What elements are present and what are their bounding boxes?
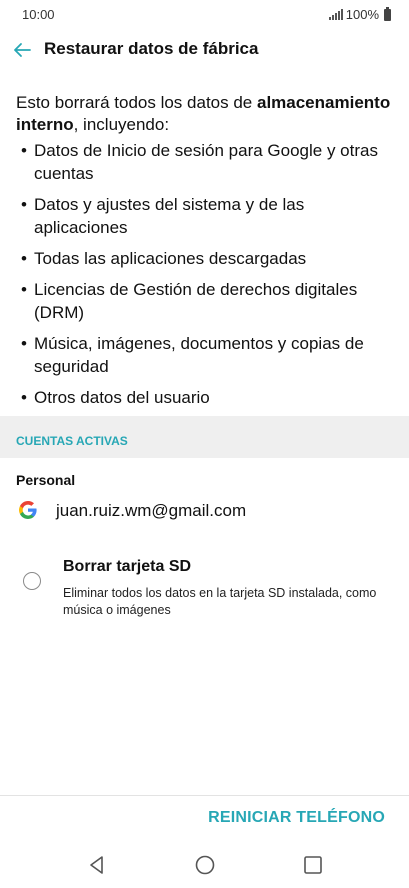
status-indicators: 100% [328,6,391,22]
intro-suffix: , incluyendo: [73,115,170,134]
list-item: Otros datos del usuario [20,386,390,409]
account-email: juan.ruiz.wm@gmail.com [56,501,247,520]
erase-sd-title: Borrar tarjeta SD [63,558,192,575]
list-item: Licencias de Gestión de derechos digital… [20,278,390,324]
status-bar: 10:00 100% [0,0,409,30]
erase-sd-description: Eliminar todos los datos en la tarjeta S… [63,586,377,617]
account-row: juan.ruiz.wm@gmail.com [0,495,409,527]
page-title: Restaurar datos de fábrica [44,39,259,58]
nav-recents-icon[interactable] [302,854,324,881]
erase-sd-option[interactable]: Borrar tarjeta SD Eliminar todos los dat… [0,555,409,617]
status-time: 10:00 [22,7,55,22]
list-item: Datos de Inicio de sesión para Google y … [20,139,390,185]
app-bar: Restaurar datos de fábrica [0,30,409,70]
list-item: Todas las aplicaciones descargadas [20,247,390,270]
google-icon [19,501,37,519]
system-nav-bar [0,846,409,888]
erase-sd-radio[interactable] [23,572,41,590]
battery-icon [384,6,391,21]
divider [0,795,409,796]
nav-back-icon[interactable] [86,854,108,881]
battery-percent: 100% [345,7,379,22]
intro-text: Esto borrará todos los datos de almacena… [16,92,396,136]
list-item: Datos y ajustes del sistema y de las apl… [20,193,390,239]
intro-prefix: Esto borrará todos los datos de [16,93,257,112]
back-arrow-icon[interactable] [10,38,34,62]
signal-icon [328,9,343,20]
nav-home-icon[interactable] [194,854,216,881]
list-item: Música, imágenes, documentos y copias de… [20,332,390,378]
reset-phone-button[interactable]: REINICIAR TELÉFONO [208,809,385,827]
section-header-active-accounts: CUENTAS ACTIVAS [16,434,128,448]
data-list: Datos de Inicio de sesión para Google y … [20,139,390,417]
account-group-label: Personal [16,472,76,488]
